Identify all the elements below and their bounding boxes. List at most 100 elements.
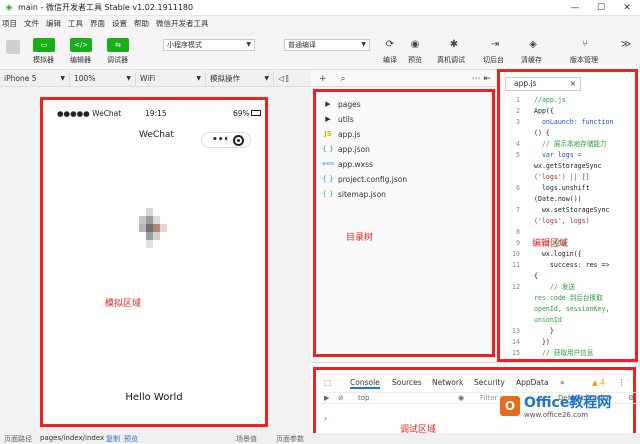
sidebar-toggle-icon[interactable]: ▶ xyxy=(324,394,329,402)
refresh-icon[interactable]: ⟳ xyxy=(383,38,397,52)
json-file-icon: { } xyxy=(322,175,334,183)
layers-icon[interactable]: ◈ xyxy=(526,38,540,52)
menu-devtools[interactable]: 微信开发者工具 xyxy=(156,18,209,29)
network-value: WiFi xyxy=(140,73,156,83)
menu-tools[interactable]: 工具 xyxy=(68,18,83,29)
debug-icon: ⇆ xyxy=(115,41,121,49)
close-button[interactable]: ✕ xyxy=(614,3,640,13)
menu-edit[interactable]: 编辑 xyxy=(46,18,61,29)
tab-console[interactable]: Console xyxy=(350,378,380,389)
tree-item-utils[interactable]: ▶ utils xyxy=(322,113,354,125)
copy-link[interactable]: 复制 xyxy=(106,434,120,444)
tree-item-label: utils xyxy=(338,114,354,124)
eye-icon[interactable]: ◉ xyxy=(408,38,422,52)
line-number: 13 xyxy=(512,327,520,335)
console-prompt[interactable]: › xyxy=(324,414,327,423)
line-number: 7 xyxy=(516,206,520,214)
version-icon[interactable]: ⑂ xyxy=(578,38,592,52)
context-select[interactable]: top xyxy=(358,394,369,402)
mini-program-capsule[interactable]: ••• xyxy=(201,132,251,148)
device-select[interactable]: iPhone 5 ▼ xyxy=(0,70,70,87)
filter-input[interactable]: Filter xyxy=(480,394,497,402)
tree-item-project-config[interactable]: { } project.config.json xyxy=(322,173,407,185)
menu-file[interactable]: 文件 xyxy=(24,18,39,29)
menu-project[interactable]: 项目 xyxy=(2,18,17,29)
chevron-down-icon: ▼ xyxy=(196,74,201,82)
editor-highlight-frame: app.js × 1 //app.js 2 App({3 onLaunch: func… xyxy=(497,69,638,362)
inspect-icon[interactable]: ⬚ xyxy=(324,378,331,387)
hello-world-text: Hello World xyxy=(125,392,183,403)
line-number: 11 xyxy=(512,261,520,269)
tab-sources[interactable]: Sources xyxy=(392,378,422,387)
line-number: 4 xyxy=(516,140,520,148)
editor-toggle-button[interactable]: </> xyxy=(70,38,92,52)
volume-icon[interactable]: ◁ xyxy=(278,74,284,83)
kebab-menu-icon[interactable]: ⋮ xyxy=(618,378,626,387)
close-icon[interactable]: × xyxy=(570,78,576,90)
minimize-button[interactable]: — xyxy=(562,3,588,13)
search-icon[interactable]: ⌕ xyxy=(341,74,346,84)
line-number: 3 xyxy=(516,118,520,126)
tab-network[interactable]: Network xyxy=(432,378,463,387)
tree-item-pages[interactable]: ▶ pages xyxy=(322,98,361,110)
json-file-icon: { } xyxy=(322,190,334,198)
code-text: success: res => xyxy=(534,261,610,269)
menu-view[interactable]: 界面 xyxy=(90,18,105,29)
code-icon: </> xyxy=(73,41,89,49)
code-text: wx.setStorageSync xyxy=(534,206,610,214)
params-label[interactable]: 页面参数 xyxy=(276,434,304,444)
code-text: }) xyxy=(534,338,550,346)
chevron-down-icon: ▼ xyxy=(60,74,65,82)
js-file-icon: JS xyxy=(324,130,332,138)
debugger-toggle-button[interactable]: ⇆ xyxy=(107,38,129,52)
clear-console-icon[interactable]: ⊘ xyxy=(338,394,344,402)
tree-item-app-json[interactable]: { } app.json xyxy=(322,143,369,155)
simulator-label: 模拟器 xyxy=(33,56,54,64)
code-text: () { xyxy=(534,129,550,137)
more-button[interactable]: ≫ xyxy=(619,38,633,52)
zoom-select[interactable]: 100% ▼ xyxy=(70,70,136,87)
line-number: 5 xyxy=(516,151,520,159)
line-number: 1 xyxy=(516,96,520,104)
page-path: pages/index/index xyxy=(40,434,105,442)
code-text: logs.unshift xyxy=(534,184,590,192)
network-select[interactable]: WiFi ▼ xyxy=(136,70,206,87)
menu-settings[interactable]: 设置 xyxy=(112,18,127,29)
zoom-value: 100% xyxy=(74,73,96,83)
menu-help[interactable]: 帮助 xyxy=(134,18,149,29)
preview-link[interactable]: 预览 xyxy=(124,434,138,444)
mode-select[interactable]: 小程序模式 ▼ xyxy=(163,39,255,51)
maximize-button[interactable]: ☐ xyxy=(588,3,614,13)
line-number: 10 xyxy=(512,250,520,258)
wechat-devtools-logo-icon: ◈ xyxy=(5,2,13,13)
scene-label[interactable]: 场景值 xyxy=(236,434,257,444)
compile-select[interactable]: 普通编译 ▼ xyxy=(284,39,370,51)
tab-appdata[interactable]: AppData xyxy=(516,378,549,387)
phone-icon: ▭ xyxy=(40,41,48,49)
folder-expand-icon: ▶ xyxy=(325,100,331,108)
simulator-toggle-button[interactable]: ▭ xyxy=(33,38,55,52)
tree-item-label: pages xyxy=(338,99,361,109)
sim-ops-select[interactable]: 模拟操作 ▼ xyxy=(206,70,274,87)
chevron-down-icon: ▼ xyxy=(246,41,251,48)
tree-item-app-js[interactable]: JS app.js xyxy=(322,128,360,140)
eye-icon[interactable]: ◉ xyxy=(458,394,464,402)
warning-count[interactable]: 4 xyxy=(600,378,605,387)
split-icon[interactable]: ⫿ xyxy=(286,74,288,83)
file-tree-panel: + ⌕ ⋯ ⇤ ▶ pages ▶ utils JS app.js { } app.js… xyxy=(311,71,497,361)
path-label: 页面路径 xyxy=(4,435,32,443)
bug-icon[interactable]: ✱ xyxy=(447,38,461,52)
editor-label: 编辑器 xyxy=(70,56,91,64)
editor-tab-app-js[interactable]: app.js × xyxy=(505,77,581,91)
tab-security[interactable]: Security xyxy=(474,378,505,387)
tab-more[interactable]: » xyxy=(560,378,565,387)
tree-item-sitemap[interactable]: { } sitemap.json xyxy=(322,188,386,200)
close-ring-icon[interactable] xyxy=(233,135,244,146)
sim-audio-controls[interactable]: ◁ ⫿ xyxy=(274,71,310,87)
tree-item-app-wxss[interactable]: wxss app.wxss xyxy=(322,158,373,170)
add-file-icon[interactable]: + xyxy=(319,74,327,84)
code-text: // 展示本地存储能力 xyxy=(534,140,607,148)
tree-menu-icon[interactable]: ⋯ ⇤ xyxy=(472,74,491,84)
switch-icon[interactable]: ⇥ xyxy=(488,38,502,52)
user-avatar[interactable] xyxy=(6,40,20,54)
